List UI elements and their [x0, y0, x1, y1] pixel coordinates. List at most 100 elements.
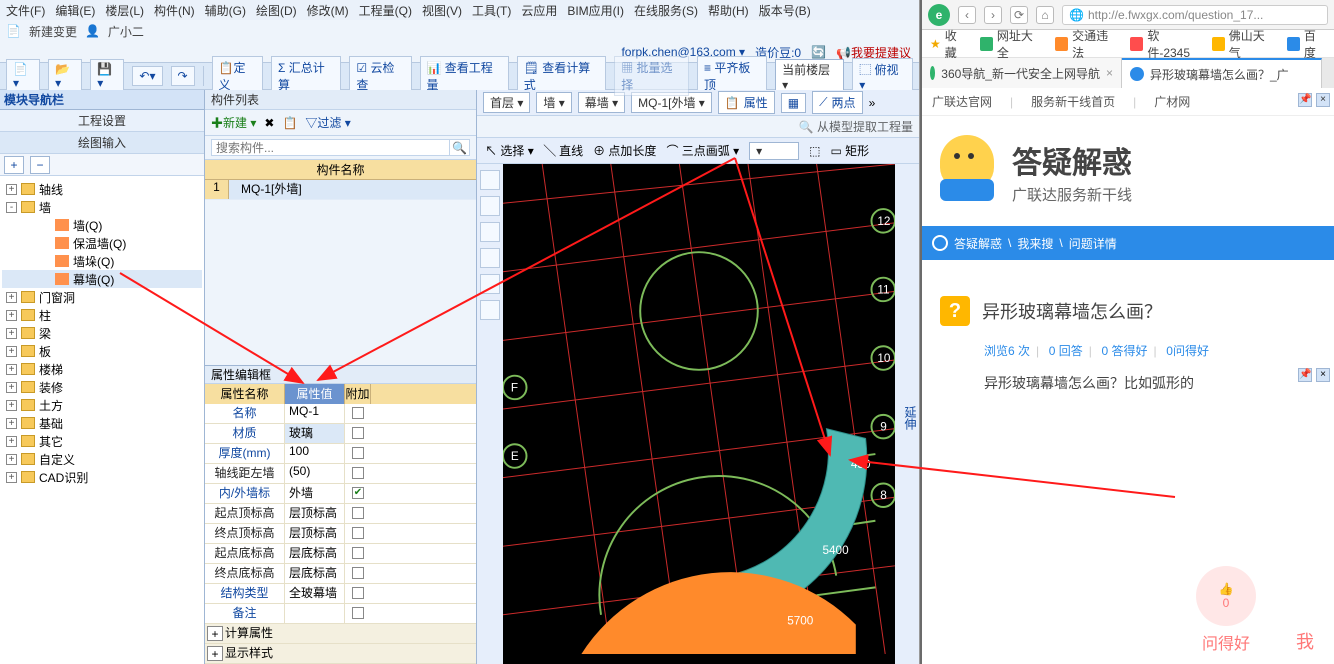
group-display[interactable]: +显示样式	[205, 644, 476, 664]
redo-button[interactable]: ↷	[171, 66, 195, 86]
property-row[interactable]: 终点顶标高层顶标高	[205, 524, 476, 544]
delete-component-button[interactable]: ✖	[264, 116, 274, 130]
expander-icon[interactable]: +	[6, 310, 17, 321]
nav-link[interactable]: 广材网	[1154, 93, 1190, 110]
tree-node-found[interactable]: +基础	[2, 414, 202, 432]
viewport[interactable]: 12 11 10 9 8 F E 450 5400 5700	[503, 164, 895, 664]
vtool[interactable]: 延伸	[902, 406, 919, 430]
menu-component[interactable]: 构件(N)	[154, 2, 195, 18]
more-icon[interactable]: »	[869, 96, 876, 110]
fav-software[interactable]: 软件-2345	[1130, 27, 1197, 61]
tree-node-ins_q[interactable]: 保温墙(Q)	[2, 234, 202, 252]
fav-weather[interactable]: 佛山天气	[1212, 27, 1273, 61]
expander-icon[interactable]: +	[6, 472, 17, 483]
tool-icon[interactable]	[480, 196, 500, 216]
tree-node-wall[interactable]: -墙	[2, 198, 202, 216]
expand-button[interactable]: +	[4, 156, 24, 174]
expander-icon[interactable]: +	[6, 346, 17, 357]
tree-node-dk_q[interactable]: 墙垛(Q)	[2, 252, 202, 270]
menu-view[interactable]: 视图(V)	[422, 2, 462, 18]
search-input[interactable]	[211, 139, 450, 156]
property-row[interactable]: 名称MQ-1	[205, 404, 476, 424]
prop-extra[interactable]	[345, 544, 371, 563]
tool-icon[interactable]	[480, 300, 500, 320]
new-button[interactable]: 📄▾	[6, 59, 40, 93]
url-bar[interactable]: 🌐 http://e.fwxgx.com/question_17...	[1062, 5, 1328, 25]
prop-value[interactable]	[285, 604, 345, 623]
prop-extra[interactable]	[345, 564, 371, 583]
tree-node-beam[interactable]: +梁	[2, 324, 202, 342]
my-answer-button[interactable]: 我	[1296, 628, 1314, 654]
copy-component-button[interactable]: 📋	[282, 116, 297, 130]
prop-extra[interactable]	[345, 464, 371, 483]
menu-draw[interactable]: 绘图(D)	[256, 2, 297, 18]
property-row[interactable]: 内/外墙标外墙	[205, 484, 476, 504]
browser-logo-icon[interactable]: e	[928, 4, 950, 26]
expander-icon[interactable]: +	[6, 292, 17, 303]
open-button[interactable]: 📂▾	[48, 59, 82, 93]
tab-project-settings[interactable]: 工程设置	[0, 110, 204, 132]
fav-baidu[interactable]: 百度	[1287, 27, 1326, 61]
expander-icon[interactable]: +	[6, 454, 17, 465]
tree-node-door[interactable]: +门窗洞	[2, 288, 202, 306]
property-row[interactable]: 起点底标高层底标高	[205, 544, 476, 564]
menu-edit[interactable]: 编辑(E)	[55, 2, 95, 18]
prop-value[interactable]: 层底标高	[285, 564, 345, 583]
menu-tools[interactable]: 工具(T)	[472, 2, 511, 18]
select-tool[interactable]: ↖ 选择 ▾	[485, 142, 534, 159]
tree-node-wall_q[interactable]: 墙(Q)	[2, 216, 202, 234]
draw-value[interactable]: ▾	[749, 142, 799, 160]
rect-tool[interactable]: ▭ 矩形	[831, 142, 870, 159]
fav-collect[interactable]: ★收藏	[930, 27, 966, 61]
property-row[interactable]: 轴线距左墙(50)	[205, 464, 476, 484]
property-row[interactable]: 起点顶标高层顶标高	[205, 504, 476, 524]
tool-icon[interactable]	[480, 248, 500, 268]
tree-node-col[interactable]: +柱	[2, 306, 202, 324]
menu-version[interactable]: 版本号(B)	[759, 2, 811, 18]
menu-modify[interactable]: 修改(M)	[307, 2, 349, 18]
undo-button[interactable]: ↶▾	[132, 66, 162, 86]
line-tool[interactable]: ╲ 直线	[544, 142, 583, 159]
tree-node-earth[interactable]: +土方	[2, 396, 202, 414]
prop-extra[interactable]	[345, 404, 371, 423]
tab-draw-input[interactable]: 绘图输入	[0, 132, 204, 154]
prop-extra[interactable]	[345, 604, 371, 623]
extend-tool[interactable]: ⊕ 点加长度	[593, 142, 656, 159]
prop-value[interactable]: 玻璃	[285, 424, 345, 443]
property-button[interactable]: 📋属性	[718, 91, 775, 114]
nav-link[interactable]: 服务新干线首页	[1031, 93, 1115, 110]
category-selector[interactable]: 墙 ▾	[536, 92, 571, 113]
prop-extra[interactable]	[345, 444, 371, 463]
menu-quantity[interactable]: 工程量(Q)	[359, 2, 412, 18]
prop-value[interactable]: 外墙	[285, 484, 345, 503]
tree-node-stair[interactable]: +楼梯	[2, 360, 202, 378]
home-button[interactable]: ⌂	[1036, 6, 1054, 24]
extract-button[interactable]: 🔍 从模型提取工程量	[799, 118, 913, 135]
refresh-icon[interactable]: 🔄	[811, 45, 826, 59]
forward-button[interactable]: ›	[984, 6, 1002, 24]
prop-extra[interactable]	[345, 424, 371, 443]
tree-node-deco[interactable]: +装修	[2, 378, 202, 396]
expander-icon[interactable]: +	[6, 364, 17, 375]
crumb-link[interactable]: 我来搜	[1017, 235, 1053, 252]
expander-icon[interactable]: -	[6, 202, 17, 213]
filter-button[interactable]: ▽过滤 ▾	[305, 114, 350, 131]
two-point-button[interactable]: ⟋两点	[812, 91, 862, 114]
prop-value[interactable]: MQ-1	[285, 404, 345, 423]
snap-button[interactable]: ⬚	[809, 144, 820, 158]
property-row[interactable]: 材质玻璃	[205, 424, 476, 444]
arc3-tool[interactable]: ⌒ 三点画弧 ▾	[666, 142, 739, 159]
group-calc[interactable]: +计算属性	[205, 624, 476, 644]
expander-icon[interactable]: +	[6, 328, 17, 339]
fav-sites[interactable]: 网址大全	[980, 27, 1041, 61]
menu-bim[interactable]: BIM应用(I)	[567, 2, 624, 18]
batch-select-button[interactable]: ▦ 批量选择	[614, 56, 689, 96]
prop-extra[interactable]	[345, 524, 371, 543]
expander-icon[interactable]: +	[6, 418, 17, 429]
floor-select[interactable]: 当前楼层 ▾	[775, 59, 844, 94]
tab-360[interactable]: 360导航_新一代安全上网导航×	[922, 58, 1122, 88]
thumb-up-button[interactable]: 👍0 问得好	[1196, 566, 1256, 654]
prop-value[interactable]: 层顶标高	[285, 524, 345, 543]
view-mode-button[interactable]: ⬚ 俯视 ▾	[852, 58, 913, 95]
tree-node-axis[interactable]: +轴线	[2, 180, 202, 198]
